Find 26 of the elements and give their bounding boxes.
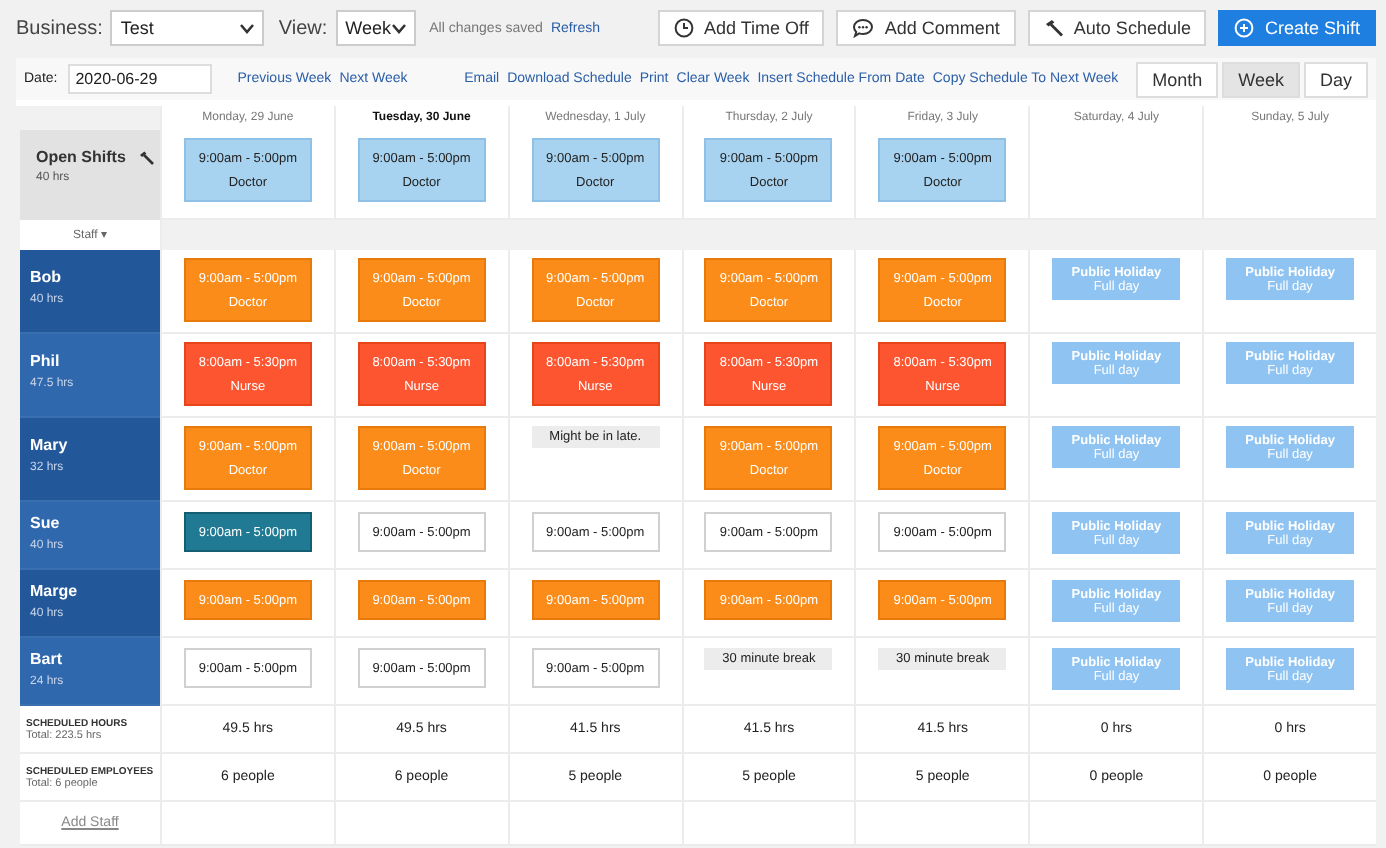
- caret-icon: [391, 23, 406, 33]
- view-tab[interactable]: Day: [1303, 61, 1368, 97]
- business-label: Business:: [16, 17, 103, 39]
- open-shifts-title: Open Shifts: [36, 148, 126, 166]
- create-button[interactable]: Create Shift: [1218, 10, 1376, 46]
- staff-name: Mary: [30, 436, 70, 454]
- business-select[interactable]: Test: [110, 10, 265, 46]
- view-tab[interactable]: Week: [1222, 61, 1300, 97]
- view-tab[interactable]: Month: [1136, 61, 1219, 97]
- date-field[interactable]: 2020-06-29: [67, 64, 212, 94]
- view-label: View:: [278, 17, 328, 39]
- staff-name: Sue: [30, 514, 62, 532]
- comment-button[interactable]: Add Comment: [836, 10, 1016, 46]
- staff-name: Phil: [30, 352, 62, 370]
- auto-button[interactable]: Auto Schedule: [1027, 10, 1207, 46]
- clock-icon: [674, 18, 695, 38]
- time-off-button[interactable]: Add Time Off: [658, 10, 825, 46]
- staff-name: Marge: [30, 582, 80, 600]
- staff-name: Bart: [30, 650, 65, 668]
- wrench-icon: [137, 149, 154, 165]
- comment-icon: [852, 18, 875, 38]
- plus-circle-icon: [1234, 18, 1255, 38]
- hammer-icon: [1043, 18, 1064, 38]
- caret-icon: [240, 23, 255, 33]
- staff-name: Bob: [30, 268, 64, 286]
- view-select[interactable]: Week: [335, 10, 416, 46]
